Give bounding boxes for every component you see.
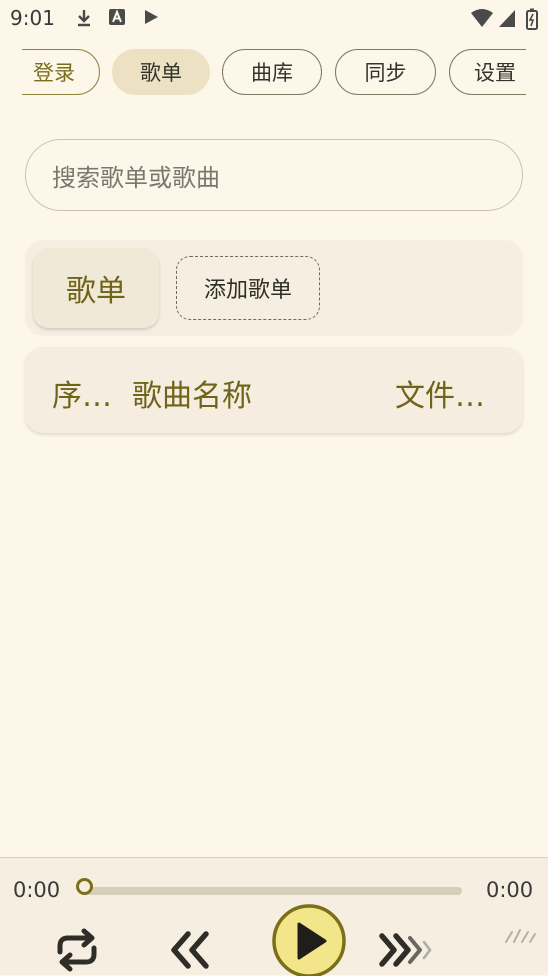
- total-time: 0:00: [486, 878, 534, 902]
- rewind-icon[interactable]: [166, 928, 214, 972]
- player-bar: 0:00 0:00: [0, 857, 548, 976]
- tab-settings[interactable]: 设置: [449, 49, 526, 95]
- play-button[interactable]: [270, 902, 348, 976]
- status-bar: 9:01: [0, 0, 548, 36]
- current-time: 0:00: [13, 878, 61, 902]
- play-store-icon: [145, 10, 158, 24]
- font-icon: [109, 9, 125, 25]
- download-icon: [78, 10, 90, 27]
- tab-playlist[interactable]: 歌单: [112, 49, 210, 95]
- header-index: 序…: [52, 379, 112, 414]
- header-file: 文件…: [395, 379, 485, 414]
- playlist-bar: 歌单 添加歌单: [25, 240, 523, 336]
- tab-login[interactable]: 登录: [22, 49, 100, 95]
- signal-icon: [499, 10, 515, 27]
- battery-icon: [526, 8, 538, 30]
- search-input[interactable]: 搜索歌单或歌曲: [25, 139, 523, 211]
- nav-tabs: 登录 歌单 曲库 同步 设置: [22, 48, 526, 98]
- status-time: 9:01: [10, 6, 55, 30]
- progress-thumb[interactable]: [76, 878, 93, 895]
- tab-sync[interactable]: 同步: [335, 49, 436, 95]
- search-placeholder: 搜索歌单或歌曲: [52, 163, 220, 192]
- playlist-chip[interactable]: 歌单: [33, 248, 159, 328]
- fast-forward-icon[interactable]: [376, 928, 438, 972]
- tab-library[interactable]: 曲库: [222, 49, 322, 95]
- repeat-icon[interactable]: [50, 926, 104, 974]
- add-playlist-button[interactable]: 添加歌单: [176, 256, 320, 320]
- more-icon[interactable]: [500, 924, 540, 948]
- song-list-header: 序… 歌曲名称 文件…: [25, 347, 523, 433]
- wifi-icon: [471, 9, 493, 27]
- header-song-name: 歌曲名称: [132, 379, 252, 414]
- progress-track[interactable]: [84, 887, 462, 895]
